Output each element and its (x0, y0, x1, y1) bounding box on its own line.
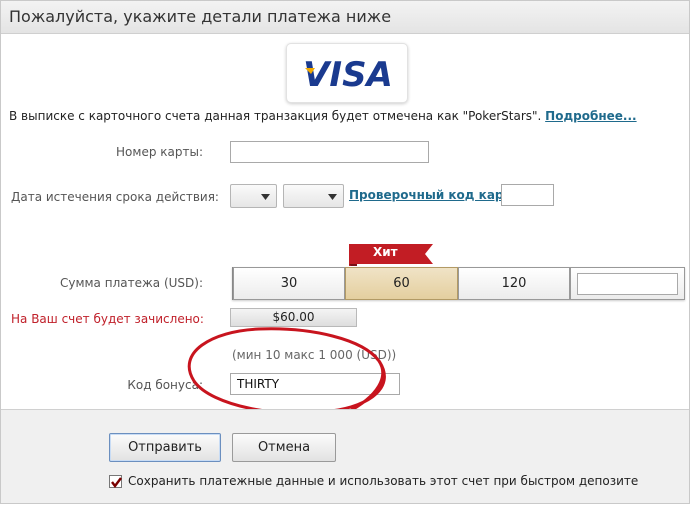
more-info-link[interactable]: Подробнее... (545, 109, 636, 123)
expiry-label: Дата истечения срока действия: (11, 190, 219, 204)
bonus-code-label: Код бонуса: (127, 378, 203, 392)
dialog-footer (1, 409, 689, 503)
chevron-down-icon (261, 194, 270, 200)
checkmark-icon (111, 477, 122, 488)
credited-label: На Ваш счет будет зачислено: (11, 312, 204, 326)
custom-amount-input[interactable] (577, 273, 678, 295)
cvv-help-link[interactable]: Проверочный код карты: (349, 188, 526, 202)
card-number-label: Номер карты: (116, 145, 203, 159)
custom-amount-cell (570, 267, 685, 300)
expiry-month-select[interactable] (230, 184, 277, 208)
expiry-year-select[interactable] (283, 184, 344, 208)
hit-badge-label: Хит (373, 245, 398, 259)
visa-logo-icon: VISA (286, 43, 408, 103)
dialog-title: Пожалуйста, укажите детали платежа ниже (1, 1, 689, 34)
amount-limits: (мин 10 макс 1 000 (USD)) (232, 348, 397, 362)
save-payment-label: Сохранить платежные данные и использоват… (128, 474, 639, 488)
save-payment-checkbox[interactable] (109, 475, 122, 488)
amount-label: Сумма платежа (USD): (59, 276, 203, 290)
cvv-input[interactable] (501, 184, 554, 206)
payment-dialog: Пожалуйста, укажите детали платежа ниже … (0, 0, 690, 504)
card-number-input[interactable] (230, 141, 429, 163)
amount-option-60[interactable]: 60 (345, 267, 458, 300)
cancel-button[interactable]: Отмена (232, 433, 336, 462)
submit-button[interactable]: Отправить (109, 433, 221, 462)
credited-amount: $60.00 (230, 308, 357, 327)
amount-option-120[interactable]: 120 (458, 267, 570, 300)
amount-option-30[interactable]: 30 (233, 267, 345, 300)
svg-text:VISA: VISA (303, 55, 393, 95)
bonus-code-input[interactable] (230, 373, 400, 395)
statement-info: В выписке с карточного счета данная тран… (9, 109, 637, 123)
chevron-down-icon (328, 194, 337, 200)
statement-info-text: В выписке с карточного счета данная тран… (9, 109, 546, 123)
